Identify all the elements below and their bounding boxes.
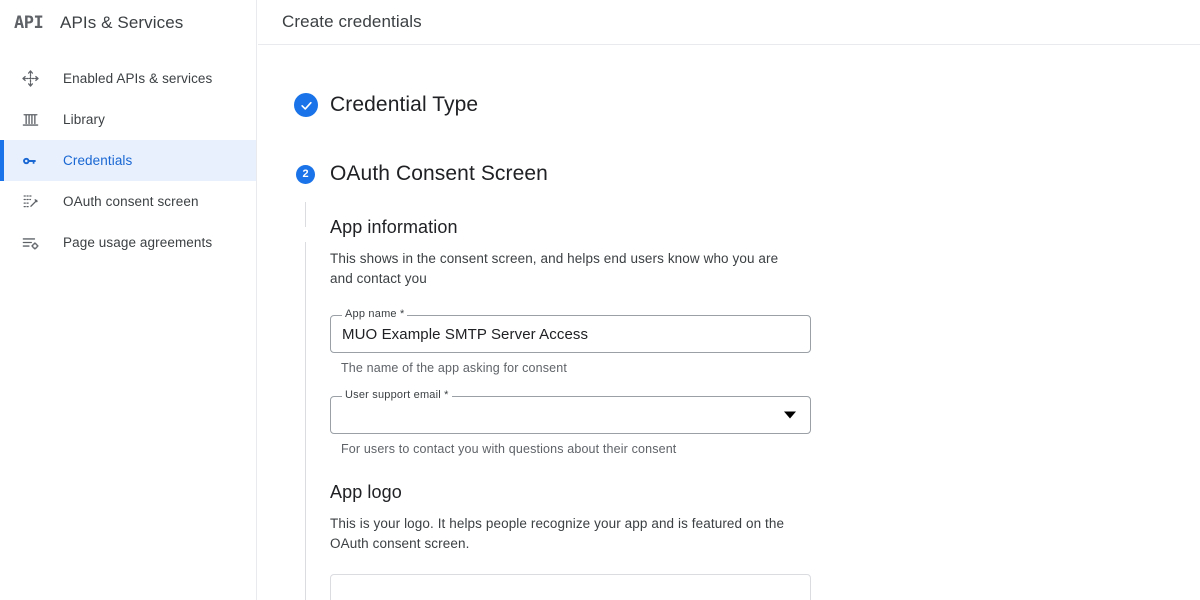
app-name-field[interactable]: App name * MUO Example SMTP Server Acces… bbox=[330, 308, 811, 353]
sidebar-item-page-usage-agreements[interactable]: Page usage agreements bbox=[0, 222, 256, 263]
consent-screen-icon bbox=[18, 190, 42, 214]
sidebar-item-label: Credentials bbox=[63, 153, 133, 168]
brand-header: API APIs & Services bbox=[0, 0, 256, 45]
app-information-description: This shows in the consent screen, and he… bbox=[330, 251, 779, 286]
sidebar-item-library[interactable]: Library bbox=[0, 99, 256, 140]
product-title: APIs & Services bbox=[60, 12, 184, 32]
app-logo-block: App logo This is your logo. It helps peo… bbox=[330, 482, 1200, 600]
sidebar-item-enabled-apis[interactable]: Enabled APIs & services bbox=[0, 58, 256, 99]
sidebar-item-credentials[interactable]: Credentials bbox=[0, 140, 256, 181]
app-logo-description: This is your logo. It helps people recog… bbox=[330, 516, 785, 551]
check-icon bbox=[294, 93, 318, 117]
user-support-email-field-block: User support email * For users to contac… bbox=[330, 389, 1200, 456]
step-credential-type[interactable]: Credential Type bbox=[258, 82, 1200, 128]
sidebar-item-oauth-consent-screen[interactable]: OAuth consent screen bbox=[0, 181, 256, 222]
enabled-apis-icon bbox=[18, 67, 42, 91]
page-title: Create credentials bbox=[282, 12, 422, 31]
stepper-rail bbox=[305, 242, 306, 600]
app-logo-upload-field[interactable] bbox=[330, 574, 811, 600]
chevron-down-icon[interactable] bbox=[784, 411, 796, 419]
sidebar-item-label: OAuth consent screen bbox=[63, 194, 199, 209]
step-label: OAuth Consent Screen bbox=[330, 162, 548, 185]
sidebar: API APIs & Services Enabled APIs & servi… bbox=[0, 0, 257, 600]
sidebar-item-label: Page usage agreements bbox=[63, 235, 213, 250]
oauth-consent-form: App information This shows in the consen… bbox=[258, 197, 1200, 600]
app-name-label: App name * bbox=[342, 308, 408, 320]
sidebar-item-label: Enabled APIs & services bbox=[63, 71, 213, 86]
user-support-email-label: User support email * bbox=[342, 389, 452, 401]
main-content: Credential Type 2 OAuth Consent Screen A… bbox=[258, 46, 1200, 600]
user-support-email-select[interactable]: User support email * bbox=[330, 389, 811, 434]
step-number-badge: 2 bbox=[296, 164, 315, 184]
app-name-helper-text: The name of the app asking for consent bbox=[341, 361, 567, 375]
page-usage-agreements-icon bbox=[18, 231, 42, 255]
app-name-input[interactable]: MUO Example SMTP Server Access bbox=[342, 326, 588, 343]
topbar: Create credentials bbox=[258, 0, 1200, 45]
key-icon bbox=[18, 149, 42, 173]
user-support-email-helper-text: For users to contact you with questions … bbox=[341, 442, 677, 456]
stepper-connector bbox=[305, 202, 306, 227]
app-information-heading: App information bbox=[330, 217, 458, 237]
app-logo-heading: App logo bbox=[330, 482, 402, 502]
step-oauth-consent-screen[interactable]: 2 OAuth Consent Screen bbox=[258, 151, 1200, 197]
google-cloud-console-page: API APIs & Services Enabled APIs & servi… bbox=[0, 0, 1200, 600]
library-icon bbox=[18, 108, 42, 132]
credential-stepper: Credential Type 2 OAuth Consent Screen A… bbox=[258, 82, 1200, 600]
app-name-field-block: App name * MUO Example SMTP Server Acces… bbox=[330, 308, 1200, 375]
sidebar-item-label: Library bbox=[63, 112, 105, 127]
api-logo-icon: API bbox=[14, 12, 44, 33]
step-label: Credential Type bbox=[330, 93, 479, 116]
sidebar-nav: Enabled APIs & services Library Credenti… bbox=[0, 45, 256, 263]
